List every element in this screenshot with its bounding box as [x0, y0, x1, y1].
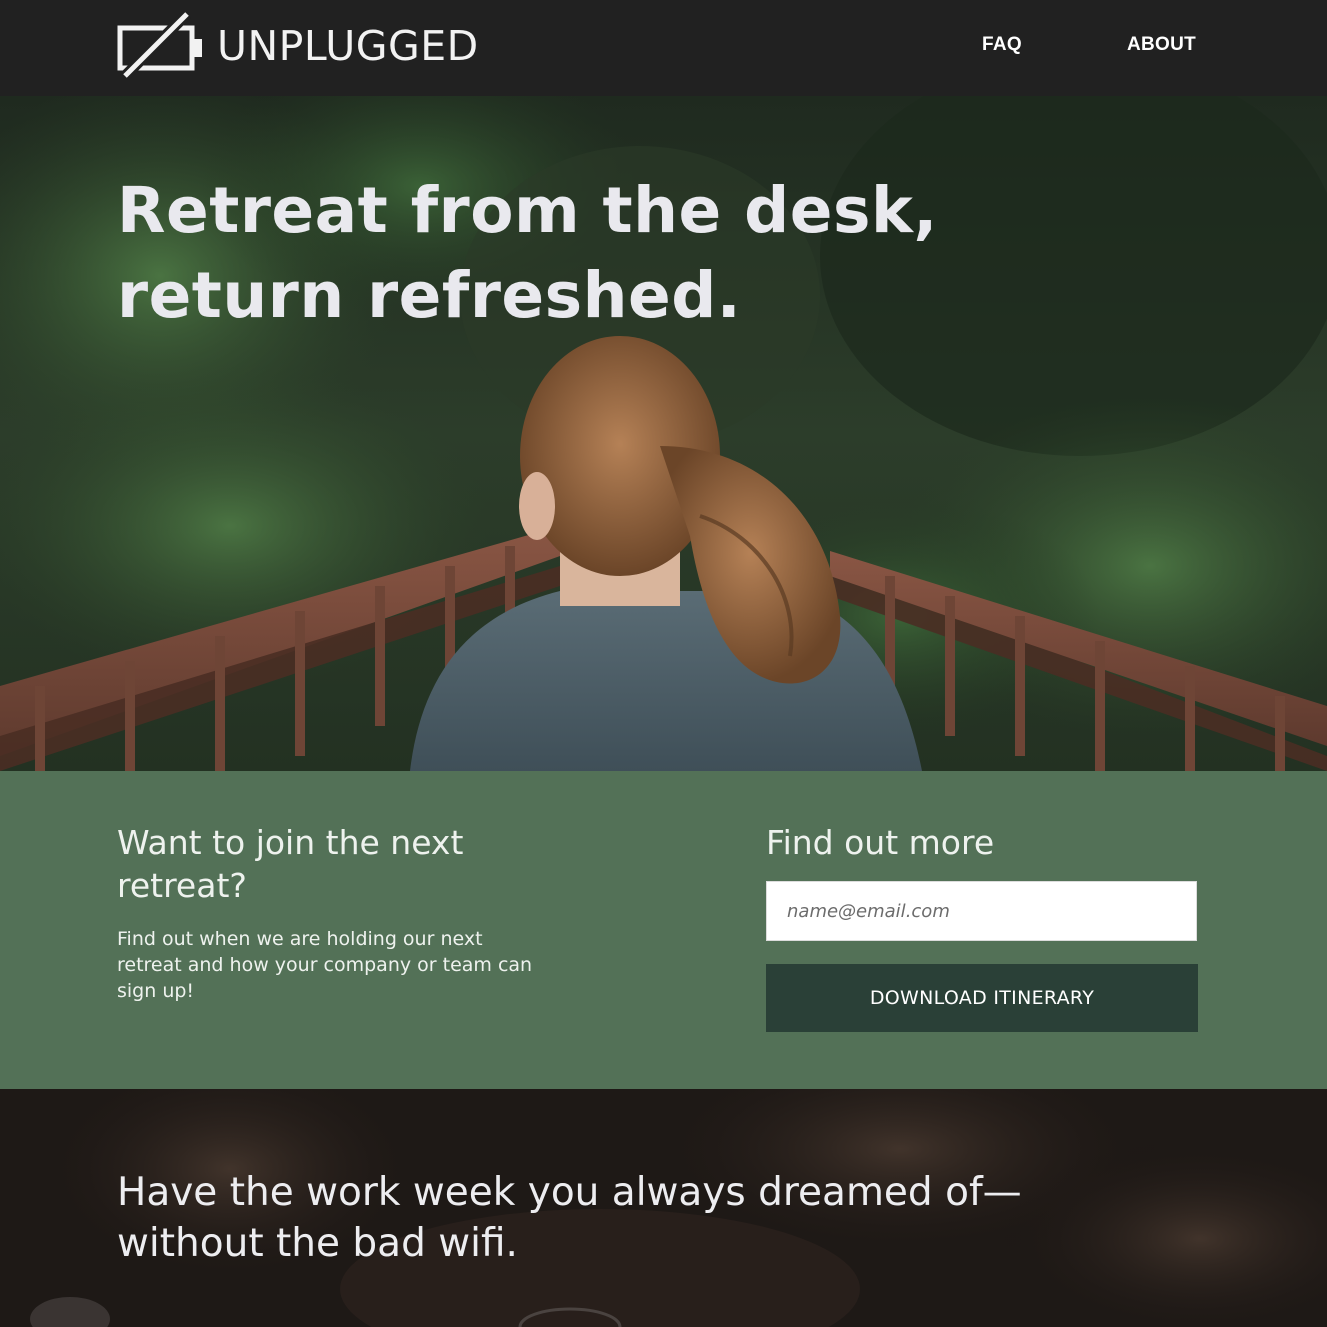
- feature-title: Have the work week you always dreamed of…: [117, 1167, 1117, 1269]
- signup-section: Want to join the next retreat? Find out …: [0, 771, 1327, 1089]
- nav-link-faq[interactable]: FAQ: [982, 34, 1022, 56]
- form-title: Find out more: [766, 823, 995, 862]
- join-description: Find out when we are holding our next re…: [117, 928, 533, 1002]
- brand-logo[interactable]: UNPLUGGED: [117, 12, 479, 80]
- feature-title-line-2: without the bad wifi.: [117, 1221, 518, 1266]
- feature-title-line-1: Have the work week you always dreamed of…: [117, 1170, 1022, 1215]
- nav-link-about[interactable]: ABOUT: [1127, 34, 1196, 56]
- site-header: UNPLUGGED FAQ ABOUT: [0, 0, 1327, 96]
- brand-name: UNPLUGGED: [217, 22, 479, 70]
- email-input[interactable]: [766, 881, 1197, 941]
- hero-title: Retreat from the desk, return refreshed.: [117, 168, 1017, 338]
- hero-title-line-1: Retreat from the desk,: [117, 174, 938, 247]
- hero-section: Retreat from the desk, return refreshed.: [0, 96, 1327, 771]
- battery-slash-icon: [117, 12, 202, 80]
- feature-section: Have the work week you always dreamed of…: [0, 1089, 1327, 1327]
- join-heading: Want to join the next retreat?: [117, 823, 464, 905]
- hero-title-line-2: return refreshed.: [117, 259, 742, 332]
- download-itinerary-button[interactable]: DOWNLOAD ITINERARY: [766, 964, 1198, 1032]
